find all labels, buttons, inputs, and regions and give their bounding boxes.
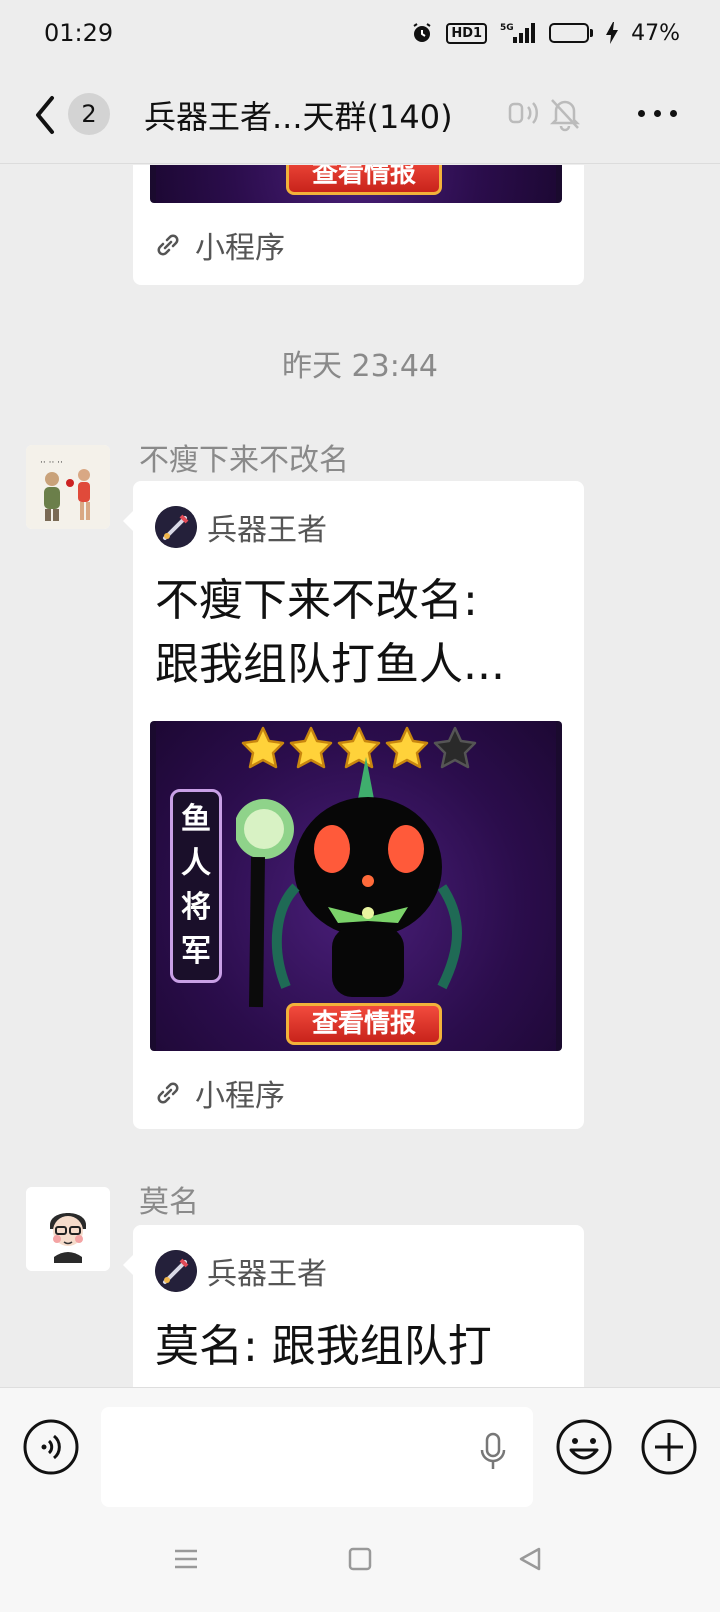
voice-input-button[interactable] bbox=[22, 1418, 80, 1480]
chat-header: 2 兵器王者...天群(140) bbox=[0, 66, 720, 164]
plus-icon bbox=[641, 1419, 697, 1475]
mini-program-footer: 小程序 bbox=[155, 1071, 285, 1115]
more-options-button[interactable] bbox=[638, 110, 677, 117]
home-square-icon bbox=[348, 1547, 372, 1571]
view-intel-button: 查看情报 bbox=[286, 1003, 442, 1045]
game-share-card[interactable]: 兵器王者 不瘦下来不改名: 跟我组队打鱼人... 鱼 人 将 军 查看情报 小程… bbox=[123, 481, 584, 1129]
chevron-left-icon bbox=[36, 96, 54, 134]
back-nav-button[interactable] bbox=[516, 1545, 544, 1577]
status-icons: HD1 5G 47% bbox=[410, 21, 680, 46]
link-icon bbox=[157, 1082, 179, 1104]
card-app-row: 兵器王者 bbox=[155, 1249, 327, 1293]
system-nav-bar bbox=[0, 1507, 720, 1612]
game-share-card[interactable]: 兵器王者 莫名: 跟我组队打 bbox=[123, 1225, 584, 1387]
card-message-line-2: 跟我组队打鱼人... bbox=[155, 639, 505, 690]
weapon-king-icon bbox=[155, 506, 197, 548]
emoji-button[interactable] bbox=[555, 1418, 613, 1480]
view-intel-button: 查看情报 bbox=[286, 165, 442, 195]
link-icon bbox=[157, 234, 179, 256]
weapon-king-icon bbox=[155, 1250, 197, 1292]
svg-text:·· ·· ··: ·· ·· ·· bbox=[40, 458, 63, 468]
avatar[interactable]: ·· ·· ·· bbox=[26, 445, 110, 529]
fishman-general-thumbnail: 鱼 人 将 军 查看情报 bbox=[150, 721, 562, 1051]
menu-icon bbox=[175, 1549, 197, 1569]
app-name: 兵器王者 bbox=[207, 1257, 327, 1292]
alarm-icon bbox=[410, 21, 434, 45]
smiley-icon bbox=[556, 1419, 612, 1475]
back-button[interactable] bbox=[30, 92, 60, 138]
menu-button[interactable] bbox=[172, 1545, 200, 1577]
chat-title: 兵器王者...天群(140) bbox=[144, 98, 453, 136]
microphone-icon[interactable] bbox=[478, 1432, 508, 1476]
sender-name: 不瘦下来不改名 bbox=[139, 443, 349, 478]
chat-message-list[interactable]: 查看情报 小程序 昨天 23:44 ·· ·· ·· 不瘦下来不改名 兵器王者 … bbox=[0, 165, 720, 1387]
voice-icon bbox=[23, 1419, 79, 1475]
unread-count-badge[interactable]: 2 bbox=[68, 93, 110, 135]
mini-program-thumbnail: 查看情报 bbox=[150, 165, 562, 203]
mini-program-footer: 小程序 bbox=[155, 223, 285, 267]
charging-icon bbox=[605, 21, 619, 45]
status-bar: 01:29 HD1 5G 47% bbox=[0, 0, 720, 66]
battery-icon bbox=[549, 23, 594, 43]
network-label: 5G bbox=[500, 23, 514, 33]
timestamp: 昨天 23:44 bbox=[282, 349, 438, 384]
home-button[interactable] bbox=[346, 1545, 374, 1577]
status-time: 01:29 bbox=[44, 19, 114, 47]
mini-program-label: 小程序 bbox=[195, 231, 285, 266]
voice-off-icon bbox=[508, 96, 542, 134]
card-message-line-1: 不瘦下来不改名: bbox=[155, 575, 478, 626]
card-app-row: 兵器王者 bbox=[155, 505, 327, 549]
card-message-line-1: 莫名: 跟我组队打 bbox=[155, 1321, 492, 1372]
hd-icon: HD1 bbox=[446, 22, 488, 44]
mini-program-card[interactable]: 查看情报 小程序 bbox=[133, 165, 584, 285]
signal-icon: 5G bbox=[499, 21, 537, 45]
back-triangle-icon bbox=[519, 1547, 541, 1571]
message-input[interactable] bbox=[101, 1407, 533, 1507]
sender-name: 莫名 bbox=[139, 1185, 199, 1220]
mute-bell-icon bbox=[548, 96, 582, 136]
input-bar bbox=[0, 1387, 720, 1507]
app-name: 兵器王者 bbox=[207, 513, 327, 548]
thumb-side-title: 鱼 人 将 军 bbox=[170, 789, 222, 983]
battery-percent: 47% bbox=[631, 20, 680, 46]
avatar[interactable] bbox=[26, 1187, 110, 1271]
fishman-character bbox=[236, 757, 462, 1008]
more-functions-button[interactable] bbox=[640, 1418, 698, 1480]
mini-program-label: 小程序 bbox=[195, 1079, 285, 1114]
